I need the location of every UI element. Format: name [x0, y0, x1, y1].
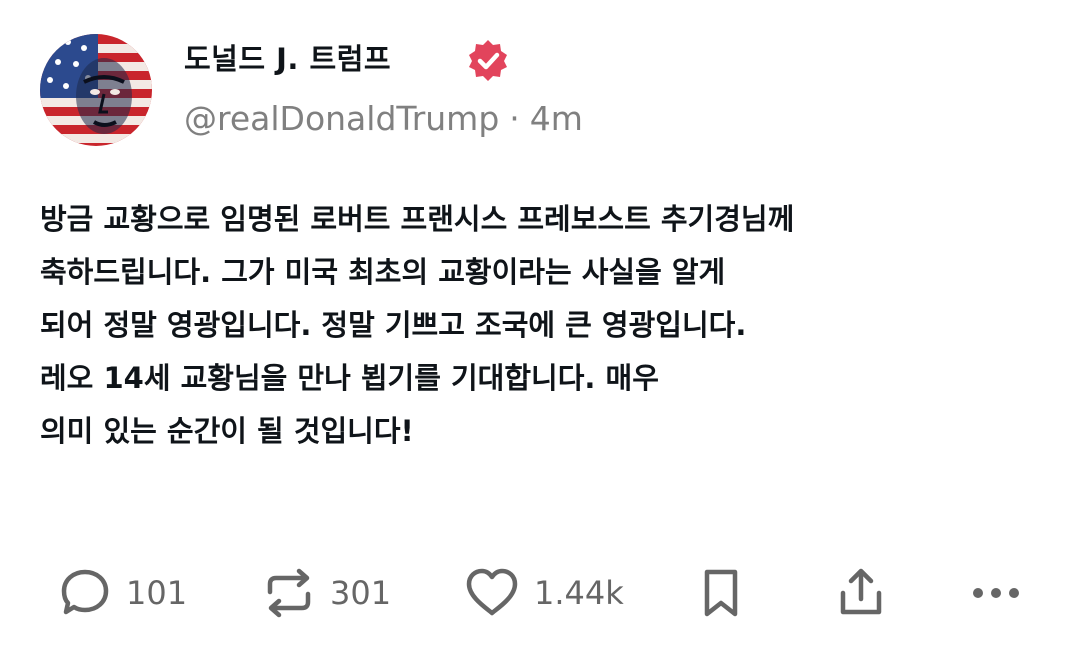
- like-count: 1.44k: [534, 574, 624, 612]
- share-button[interactable]: [834, 566, 888, 620]
- post-body: 방금 교황으로 임명된 로버트 프랜시스 프레보스트 추기경님께 축하드립니다.…: [40, 193, 1040, 458]
- heart-icon: [466, 568, 518, 616]
- post-text-line: 의미 있는 순간이 될 것입니다!: [40, 414, 414, 448]
- more-icon: [973, 588, 1019, 598]
- repost-button[interactable]: 301: [262, 566, 391, 620]
- avatar[interactable]: [40, 34, 152, 146]
- share-icon: [840, 568, 882, 615]
- bookmark-button[interactable]: [698, 566, 744, 620]
- avatar-image: [40, 34, 152, 146]
- meta-separator: ·: [509, 99, 520, 138]
- author-display-name[interactable]: 도널드 J. 트럼프: [184, 36, 391, 78]
- reply-icon: [61, 569, 109, 615]
- reply-button[interactable]: 101: [58, 566, 187, 620]
- post-text-line: 레오 14세 교황님을 만나 뵙기를 기대합니다. 매우: [40, 361, 659, 395]
- post-text-line: 방금 교황으로 임명된 로버트 프랜시스 프레보스트 추기경님께: [40, 202, 795, 236]
- verified-badge-icon: [469, 40, 507, 81]
- author-handle[interactable]: @realDonaldTrump: [184, 99, 499, 138]
- repost-icon: [267, 568, 311, 618]
- author-meta: @realDonaldTrump · 4m: [184, 99, 583, 138]
- more-button[interactable]: [968, 566, 1024, 620]
- post-timestamp[interactable]: 4m: [530, 99, 583, 138]
- reply-count: 101: [126, 574, 188, 612]
- repost-count: 301: [330, 574, 392, 612]
- post-text-line: 축하드립니다. 그가 미국 최초의 교황이라는 사실을 알게: [40, 255, 726, 289]
- like-button[interactable]: 1.44k: [464, 566, 624, 620]
- bookmark-icon: [704, 569, 738, 617]
- post-text-line: 되어 정말 영광입니다. 정말 기쁘고 조국에 큰 영광입니다.: [40, 308, 747, 342]
